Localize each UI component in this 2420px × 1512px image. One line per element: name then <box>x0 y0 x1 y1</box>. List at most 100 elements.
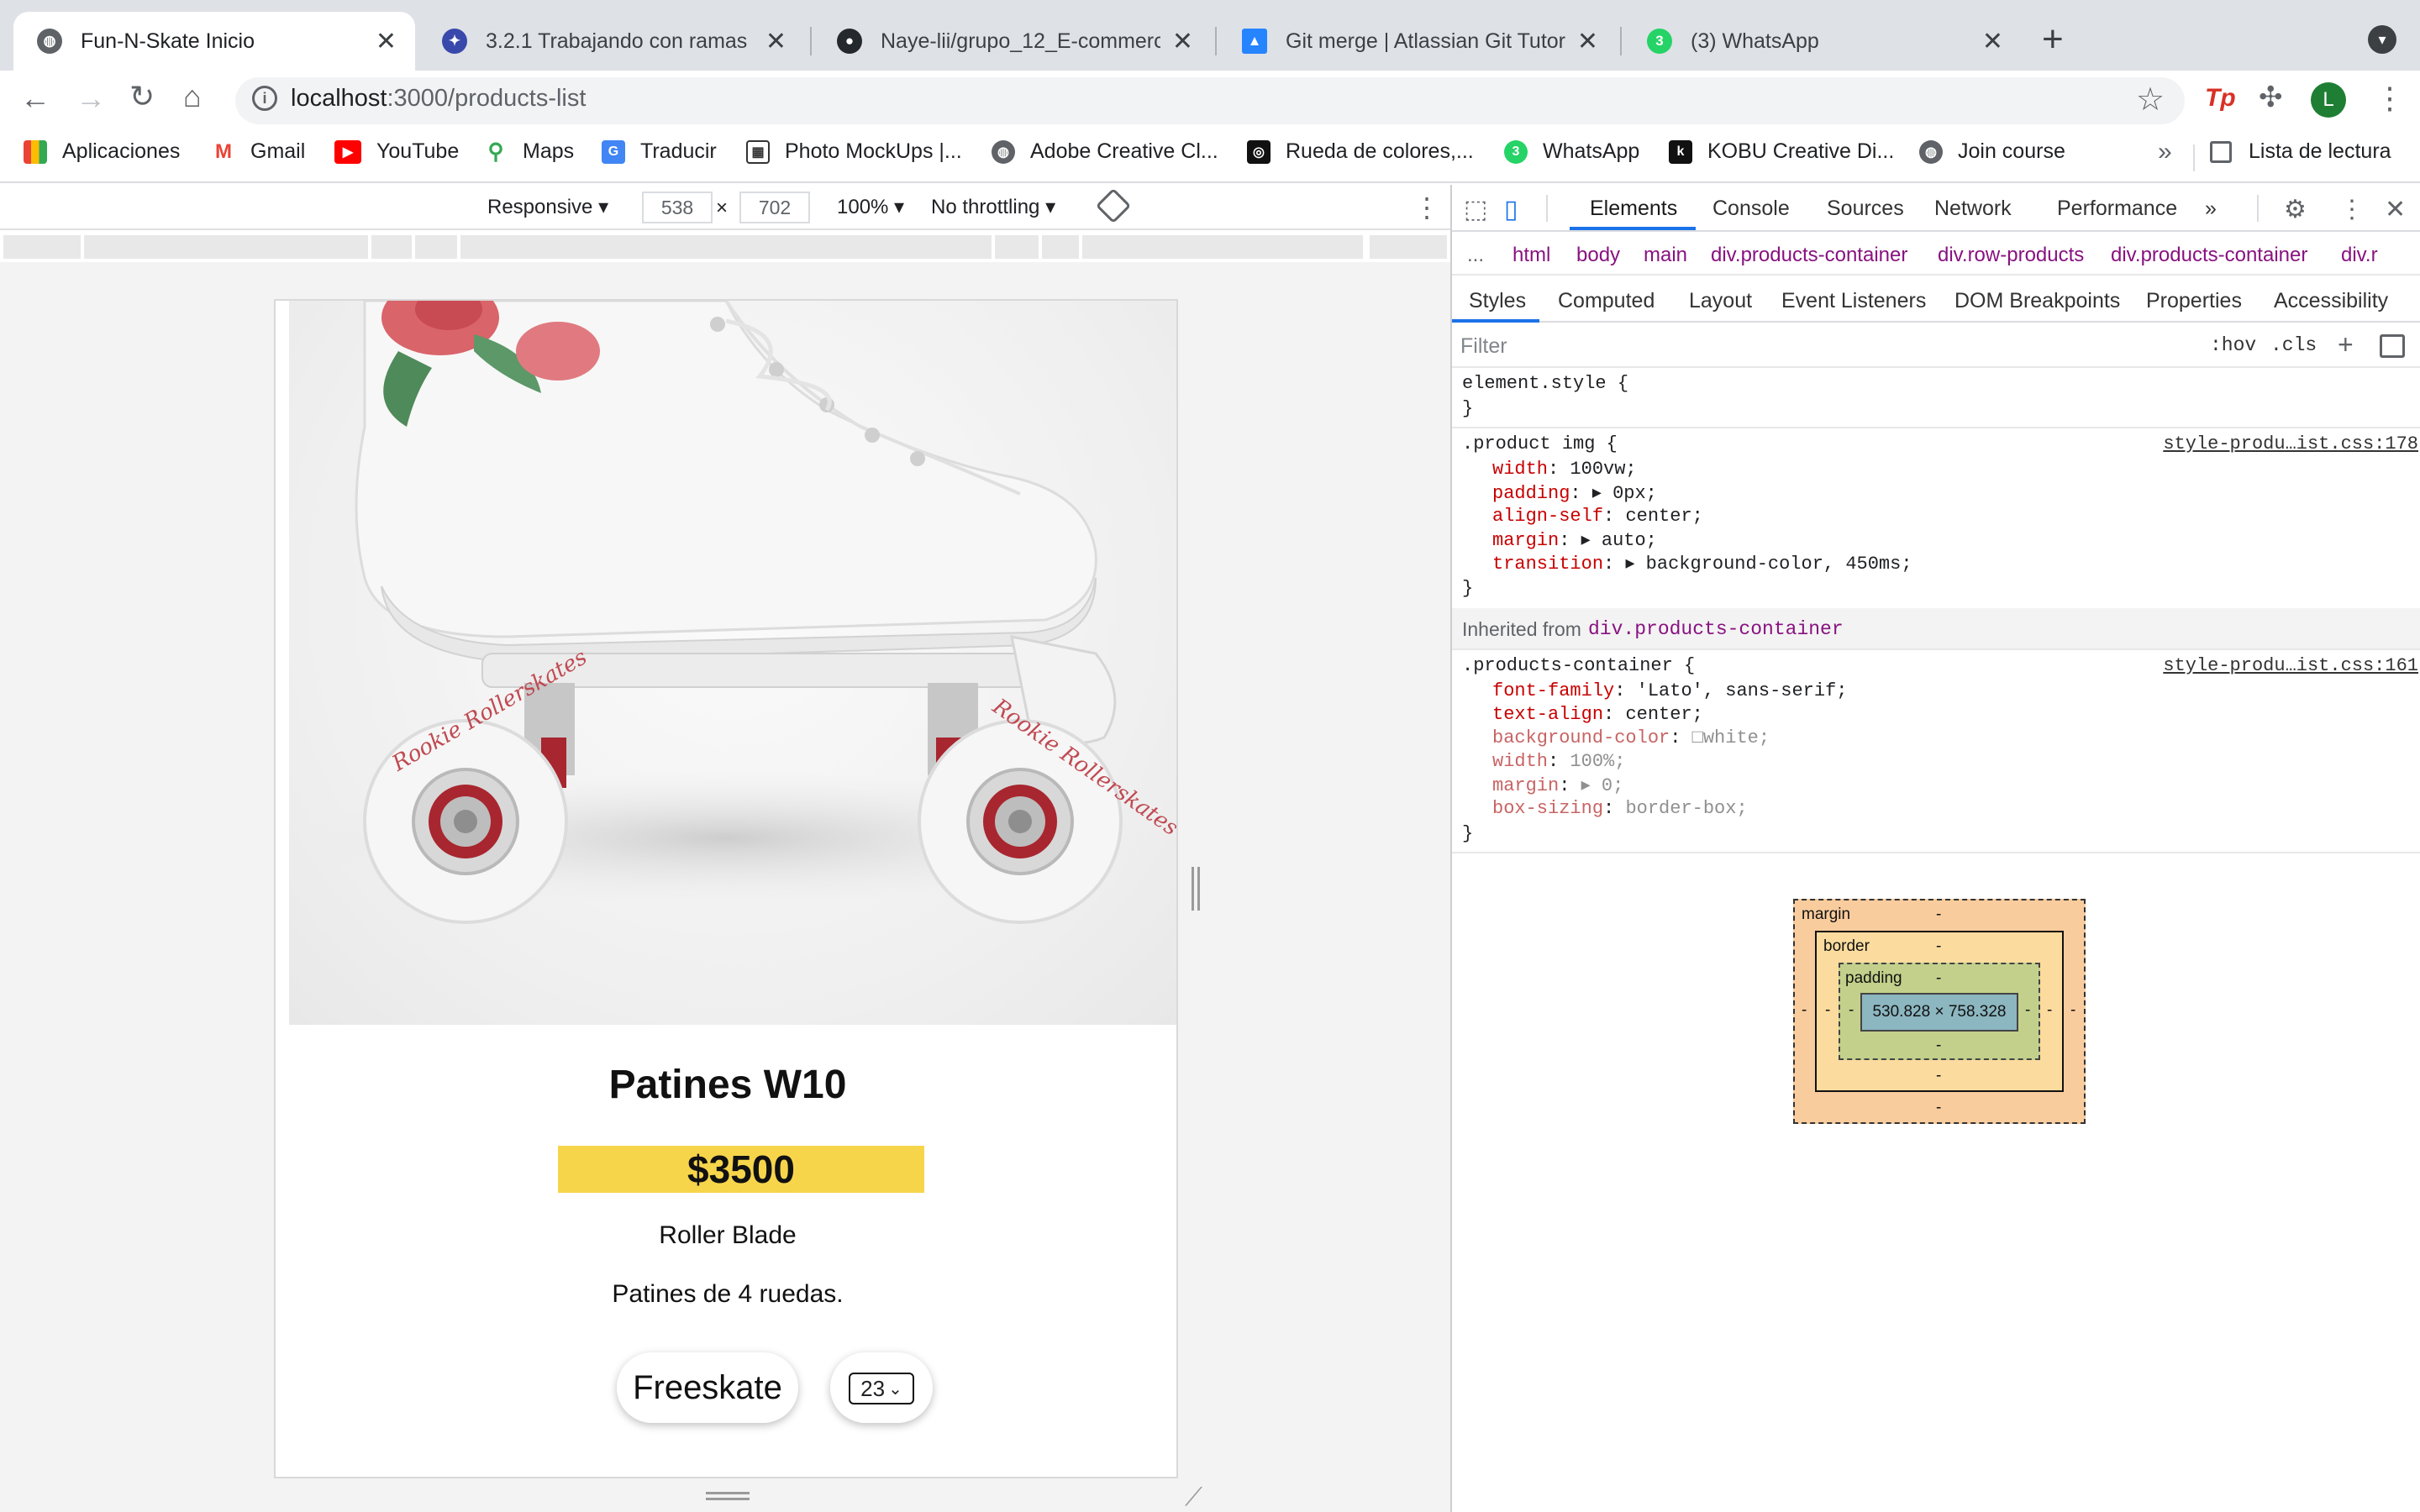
margin-right-value[interactable]: - <box>2070 1001 2075 1020</box>
close-icon[interactable]: ✕ <box>2385 195 2406 224</box>
throttling-dropdown[interactable]: No throttling ▾ <box>931 195 1055 219</box>
bookmark-aplicaciones[interactable]: Aplicaciones <box>24 139 180 164</box>
declaration[interactable]: transition: ▸ background-color, 450ms; <box>1492 553 1912 575</box>
bookmark-star-icon[interactable]: ☆ <box>2136 81 2165 118</box>
declaration[interactable]: padding: ▸ 0px; <box>1492 482 1657 504</box>
ruler-segment[interactable] <box>1370 235 1447 259</box>
size-select[interactable]: 23 ⌄ <box>849 1373 914 1404</box>
bookmark-gmail[interactable]: M Gmail <box>212 139 305 164</box>
bookmark-adobe[interactable]: ◍ Adobe Creative Cl... <box>992 139 1218 164</box>
breadcrumb-html[interactable]: html <box>1512 244 1550 267</box>
border-right-value[interactable]: - <box>2047 1001 2052 1020</box>
category-button[interactable]: Freeskate <box>617 1352 798 1423</box>
ruler-segment[interactable] <box>460 235 992 259</box>
rule-selector[interactable]: element.style { <box>1462 373 1628 394</box>
box-model-content-size[interactable]: 530.828 × 758.328 <box>1860 993 2018 1032</box>
padding-left-value[interactable]: - <box>1849 1001 1854 1020</box>
chevron-double-right-icon[interactable]: » <box>2158 138 2172 166</box>
breadcrumb-truncated[interactable]: div.r <box>2341 244 2378 267</box>
rotate-icon[interactable] <box>1095 187 1132 224</box>
padding-right-value[interactable]: - <box>2025 1001 2030 1020</box>
kebab-menu-icon[interactable]: ⋮ <box>2339 195 2365 224</box>
inherited-element-link[interactable]: div.products-container <box>1588 618 1844 640</box>
toggle-sidebar-icon[interactable] <box>2380 334 2405 358</box>
kebab-menu-icon[interactable]: ⋮ <box>2375 81 2405 116</box>
subtab-accessibility[interactable]: Accessibility <box>2274 289 2388 313</box>
declaration[interactable]: margin: ▸ auto; <box>1492 529 1657 551</box>
declaration[interactable]: text-align: center; <box>1492 704 1703 725</box>
breadcrumb-products-container[interactable]: div.products-container <box>1711 244 1907 267</box>
new-style-rule-icon[interactable]: + <box>2338 329 2354 360</box>
reload-icon[interactable]: ↻ <box>129 79 155 114</box>
inspect-element-icon[interactable]: ⬚ <box>1464 195 1487 224</box>
bookmark-rueda-de-colores[interactable]: ◎ Rueda de colores,... <box>1247 139 1474 164</box>
subtab-dom-breakpoints[interactable]: DOM Breakpoints <box>1954 289 2120 313</box>
tab-console[interactable]: Console <box>1712 197 1790 221</box>
declaration-inactive[interactable]: box-sizing: border-box; <box>1492 798 1748 819</box>
subtab-computed[interactable]: Computed <box>1558 289 1655 313</box>
breadcrumb-body[interactable]: body <box>1576 244 1620 267</box>
tab-sources[interactable]: Sources <box>1827 197 1904 221</box>
tab-github[interactable]: ● Naye-lii/grupo_12_E-commerce ✕ <box>813 12 1212 71</box>
declaration-inactive[interactable]: width: 100%; <box>1492 751 1625 772</box>
ruler-segment[interactable] <box>1042 235 1079 259</box>
close-icon[interactable]: ✕ <box>1577 27 1598 56</box>
settings-gear-icon[interactable]: ⚙ <box>2284 195 2307 224</box>
declaration-inactive[interactable]: background-color: □white; <box>1492 727 1770 748</box>
ruler-segment[interactable] <box>1082 235 1363 259</box>
margin-top-value[interactable]: - <box>1936 906 1941 924</box>
declaration[interactable]: width: 100vw; <box>1492 459 1637 480</box>
reading-list-button[interactable]: Lista de lectura <box>2210 139 2391 164</box>
close-icon[interactable]: ✕ <box>765 27 786 56</box>
subtab-event-listeners[interactable]: Event Listeners <box>1781 289 1926 313</box>
padding-top-value[interactable]: - <box>1936 969 1941 988</box>
ruler-segment[interactable] <box>995 235 1039 259</box>
tab-elements[interactable]: Elements <box>1590 197 1677 221</box>
subtab-styles[interactable]: Styles <box>1469 289 1526 313</box>
back-icon[interactable]: ← <box>20 81 50 116</box>
class-toggle[interactable]: .cls <box>2270 334 2317 356</box>
declaration-inactive[interactable]: margin: ▸ 0; <box>1492 774 1623 796</box>
declaration[interactable]: font-family: 'Lato', sans-serif; <box>1492 680 1847 701</box>
tab-trabajando-con-ramas[interactable]: ✦ 3.2.1 Trabajando con ramas en ✕ <box>418 12 805 71</box>
tab-fun-n-skate[interactable]: ◍ Fun-N-Skate Inicio ✕ <box>13 12 415 71</box>
zoom-dropdown[interactable]: 100% ▾ <box>837 195 904 219</box>
rule-source-link[interactable]: style-produ…ist.css:161 <box>2163 655 2418 676</box>
device-toggle-icon[interactable]: ▯ <box>1504 195 1518 224</box>
margin-left-value[interactable]: - <box>1802 1001 1807 1020</box>
bookmark-join-course[interactable]: ◍ Join course <box>1919 139 2065 164</box>
border-top-value[interactable]: - <box>1936 937 1941 956</box>
ruler-segment[interactable] <box>415 235 457 259</box>
resize-handle-right[interactable] <box>1192 867 1200 911</box>
resize-corner-icon[interactable]: ⟋ <box>1185 1483 1202 1512</box>
declaration[interactable]: align-self: center; <box>1492 506 1703 527</box>
tab-whatsapp[interactable]: 3 (3) WhatsApp ✕ <box>1623 12 2022 71</box>
info-icon[interactable]: i <box>252 86 277 111</box>
tab-network[interactable]: Network <box>1934 197 2012 221</box>
extensions-puzzle-icon[interactable]: ✣ <box>2259 81 2283 114</box>
breadcrumb-ellipsis[interactable]: ... <box>1467 244 1484 267</box>
kebab-menu-icon[interactable]: ⋮ <box>1413 192 1440 223</box>
url-text[interactable]: localhost:3000/products-list <box>291 85 586 113</box>
forward-icon[interactable]: → <box>76 81 106 116</box>
border-bottom-value[interactable]: - <box>1936 1067 1941 1085</box>
rule-selector[interactable]: .products-container { <box>1462 655 1695 676</box>
bookmark-maps[interactable]: ⚲ Maps <box>484 139 574 164</box>
breadcrumb-main[interactable]: main <box>1644 244 1687 267</box>
subtab-layout[interactable]: Layout <box>1689 289 1752 313</box>
ruler-segment[interactable] <box>84 235 368 259</box>
dimensions-dropdown[interactable]: Responsive ▾ <box>487 195 608 219</box>
border-left-value[interactable]: - <box>1825 1001 1830 1020</box>
margin-bottom-value[interactable]: - <box>1936 1099 1941 1117</box>
bookmark-traducir[interactable]: G Traducir <box>602 139 717 164</box>
ruler-segment[interactable] <box>371 235 412 259</box>
viewport-height-input[interactable]: 702 <box>739 192 810 223</box>
home-icon[interactable]: ⌂ <box>183 79 202 114</box>
padding-bottom-value[interactable]: - <box>1936 1037 1941 1055</box>
tab-atlassian[interactable]: ▲ Git merge | Atlassian Git Tutorial ✕ <box>1218 12 1617 71</box>
subtab-properties[interactable]: Properties <box>2146 289 2242 313</box>
tab-search-icon[interactable]: ▾ <box>2368 25 2396 54</box>
more-tabs-icon[interactable]: » <box>2205 197 2217 221</box>
bookmark-whatsapp[interactable]: 3 WhatsApp <box>1504 139 1639 164</box>
bookmark-youtube[interactable]: ▶ YouTube <box>334 139 459 164</box>
